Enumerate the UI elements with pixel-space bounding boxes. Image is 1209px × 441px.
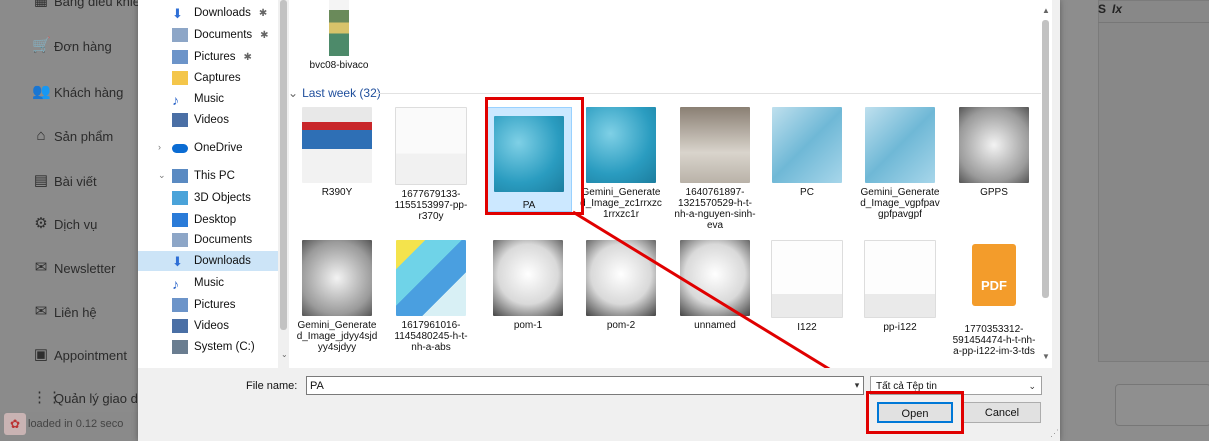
- editor-area: [1098, 0, 1209, 362]
- calendar-icon: ▣: [33, 346, 49, 363]
- dashboard-icon: ▦: [33, 0, 49, 9]
- file-name-input[interactable]: PA: [306, 376, 864, 395]
- sidebar-item-label: Newsletter: [54, 260, 116, 276]
- editor-toolbar: S Ix: [1098, 0, 1209, 23]
- resize-grip-icon[interactable]: ⋰: [1050, 428, 1059, 439]
- shapes-icon: ⌂: [36, 127, 46, 144]
- sidebar-item-label: Liên hệ: [54, 304, 97, 320]
- chevron-down-icon[interactable]: ▾: [850, 376, 864, 395]
- sidebar-item-label: Bài viết: [54, 173, 97, 189]
- grid-icon: ⋮⋮: [32, 389, 62, 406]
- laravel-logo-icon: ✿: [4, 413, 26, 435]
- sidebar-item-label: Quản lý giao diệ: [54, 390, 148, 406]
- open-highlight-box: [866, 391, 964, 434]
- cogs-icon: ⚙: [34, 215, 48, 232]
- sidebar-item-label: Bảng điều khiể: [54, 0, 141, 9]
- sidebar-item-label: Sản phẩm: [54, 128, 114, 144]
- chevron-down-icon: ⌄: [1028, 381, 1036, 391]
- file-name-label: File name:: [246, 380, 298, 392]
- editor-button: [1115, 384, 1209, 426]
- footer-load-time: loaded in 0.12 seco: [28, 418, 124, 430]
- sidebar-item-label: Đơn hàng: [54, 38, 112, 54]
- strike-icon: S: [1098, 2, 1107, 16]
- sidebar-item-label: Appointment: [54, 347, 127, 363]
- sidebar-item-label: Dịch vụ: [54, 216, 98, 232]
- clear-format-icon: Ix: [1112, 2, 1123, 16]
- mail-icon: ✉: [34, 259, 48, 276]
- open-file-dialog: ⬇ Downloads ✱ Documents ✱ Pictures ✱ Captures ♪ M…: [138, 0, 1060, 441]
- mail-icon: ✉: [34, 303, 48, 320]
- users-icon: 👥: [32, 83, 51, 100]
- sidebar-item-label: Khách hàng: [54, 84, 124, 100]
- cancel-button[interactable]: Cancel: [963, 402, 1041, 423]
- document-icon: ▤: [33, 172, 49, 189]
- cart-icon: 🛒: [32, 37, 51, 54]
